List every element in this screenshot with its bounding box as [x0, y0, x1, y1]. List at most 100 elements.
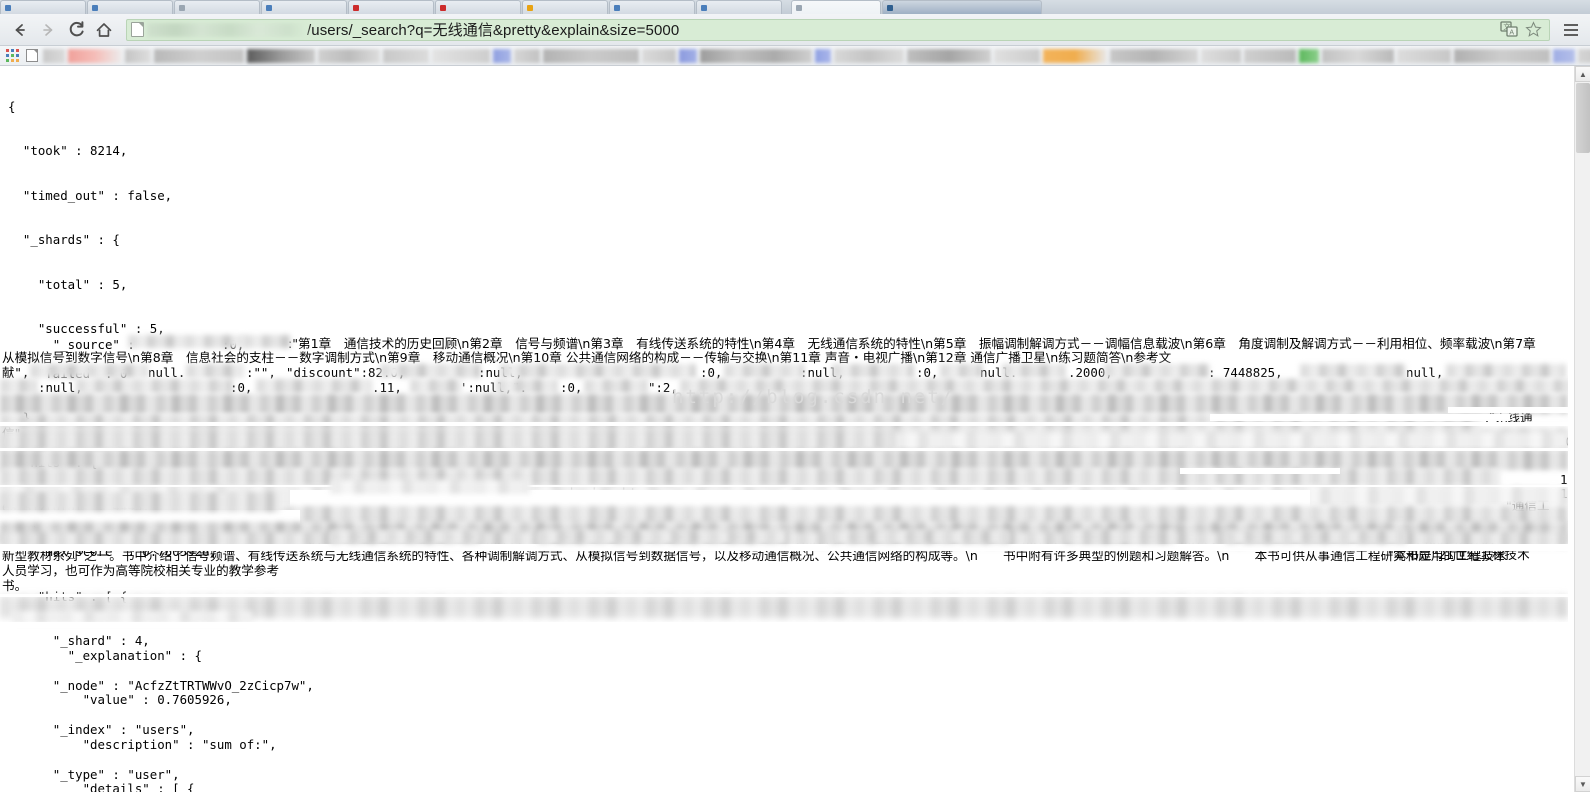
ebook-subtype-value: :"通信工程学",: [548, 498, 631, 513]
forward-button[interactable]: [36, 18, 60, 42]
bookmark-item[interactable]: [543, 48, 639, 63]
bookmark-item[interactable]: [514, 48, 540, 63]
menu-line: [1564, 28, 1578, 31]
eleven-value: .11,: [372, 380, 402, 395]
apps-grid-icon[interactable]: [6, 49, 19, 62]
back-button[interactable]: [8, 18, 32, 42]
tab-favicon-icon: [353, 4, 359, 11]
tab-favicon-icon: [701, 4, 707, 11]
white-gap: [290, 490, 1310, 512]
browser-tab[interactable]: [609, 0, 695, 14]
json-line: "total" : 5,: [8, 276, 128, 292]
book-description-line-1: 新型教材系列”之一。书中介绍了信号频谱、有线传送系统与无线通信系统的特性、各种调…: [2, 548, 1507, 563]
browser-tab-active[interactable]: [791, 0, 881, 14]
redacted-region: [584, 379, 648, 393]
bookmark-item[interactable]: [154, 48, 244, 63]
bookmark-item[interactable]: [247, 48, 315, 63]
bookmark-item[interactable]: [1201, 48, 1241, 63]
bookmark-item[interactable]: [1454, 48, 1550, 63]
bookmark-item[interactable]: [318, 48, 380, 63]
home-button[interactable]: [92, 18, 116, 42]
null-literal: null,: [1180, 533, 1218, 548]
redacted-region: [410, 379, 462, 393]
bookmark-item[interactable]: [1397, 48, 1451, 63]
bookmark-item[interactable]: [43, 48, 65, 63]
browser-tab[interactable]: [696, 0, 782, 14]
json-line: },: [8, 410, 38, 426]
page-info-icon[interactable]: [131, 22, 144, 37]
bookmark-item[interactable]: [907, 48, 991, 63]
bookmark-item[interactable]: [125, 48, 151, 63]
bookmark-item[interactable]: [815, 48, 831, 63]
browser-tab[interactable]: [882, 0, 1042, 14]
browser-tab[interactable]: [87, 0, 173, 14]
json-line: "successful" : 5,: [8, 321, 165, 337]
redacted-region: [680, 379, 1568, 393]
bookmark-star-icon[interactable]: [1525, 21, 1542, 38]
explanation-block: "_explanation" : { "value" : 0.7605926, …: [8, 619, 647, 792]
redacted-region: [940, 364, 982, 378]
bookmark-item[interactable]: [700, 48, 812, 63]
bookmark-item[interactable]: [383, 48, 429, 63]
json-line: "hits" : {: [8, 454, 98, 470]
bookmark-item[interactable]: [68, 48, 122, 63]
white-gap: [1180, 468, 1340, 474]
reload-button[interactable]: [64, 18, 88, 42]
scroll-down-arrow[interactable]: ▼: [1575, 776, 1590, 792]
bookmark-item[interactable]: [1043, 48, 1107, 63]
redacted-region: [330, 530, 480, 544]
json-line: "description" : "sum of:",: [8, 736, 277, 752]
json-line: "value" : 0.7605926,: [8, 692, 232, 708]
bookmark-item[interactable]: [994, 48, 1040, 63]
bookmark-item[interactable]: [679, 48, 697, 63]
scroll-up-arrow[interactable]: ▲: [1575, 66, 1590, 82]
json-line: "hits" : [ {: [8, 588, 128, 604]
vertical-scrollbar[interactable]: ▲ ▼: [1574, 66, 1590, 792]
bookmark-item[interactable]: [493, 48, 511, 63]
watermark-text: http://blog.csdn.net/: [672, 386, 955, 408]
bookmark-item[interactable]: [834, 48, 904, 63]
chrome-menu-button[interactable]: [1560, 18, 1582, 42]
json-line: "details" : [ {: [8, 781, 195, 792]
tab-favicon-icon: [527, 4, 533, 11]
zero-value: 0,: [308, 533, 323, 548]
null-literal: :null,: [478, 365, 523, 380]
translate-icon[interactable]: 文 A: [1500, 21, 1519, 38]
browser-window: /users/_search?q=无线通信&pretty&explain&siz…: [0, 0, 1590, 792]
bookmark-item[interactable]: [1110, 48, 1198, 63]
arrow-left-icon: [15, 23, 25, 36]
null-literal: null.: [980, 365, 1018, 380]
tab-favicon-icon: [266, 4, 272, 11]
tab-favicon-icon: [440, 4, 446, 11]
bookmark-item[interactable]: [1244, 48, 1296, 63]
keyword-fragment-cont: 信",: [2, 426, 25, 441]
keyword-fragment: ."无线通: [1485, 410, 1533, 425]
bookmark-item[interactable]: [1322, 48, 1394, 63]
bookmark-item[interactable]: [1299, 48, 1319, 63]
subject-fragment: "通信工: [1506, 498, 1550, 513]
tab-strip[interactable]: [0, 0, 1590, 14]
chapter-list-line-2: 从模拟信号到数字信号\n第8章 信息社会的支柱－－数字调制方式\n第9章 移动通…: [2, 350, 1172, 365]
bookmark-item[interactable]: [432, 48, 490, 63]
browser-tab[interactable]: [522, 0, 608, 14]
browser-tab[interactable]: [261, 0, 347, 14]
browser-tab[interactable]: [435, 0, 521, 14]
address-bar[interactable]: /users/_search?q=无线通信&pretty&explain&siz…: [126, 18, 1550, 41]
bookmark-item[interactable]: [1578, 48, 1590, 63]
json-line: "total" : 4443,: [8, 499, 150, 515]
year-value: .2000,: [1068, 365, 1113, 380]
redacted-region: [538, 530, 788, 544]
bookmark-page-icon[interactable]: [26, 49, 38, 62]
scrollbar-thumb[interactable]: [1576, 83, 1590, 153]
menu-line: [1564, 23, 1578, 26]
one-value: 1,: [1560, 486, 1568, 501]
browser-tab[interactable]: [348, 0, 434, 14]
null-literal: ':null,":: [460, 380, 528, 395]
zero-value: :0,: [700, 365, 723, 380]
redacted-region: [724, 364, 804, 378]
bookmark-item[interactable]: [642, 48, 676, 63]
arrow-right-icon: [43, 23, 53, 36]
browser-tab[interactable]: [0, 0, 86, 14]
bookmark-item[interactable]: [1553, 48, 1575, 63]
browser-tab[interactable]: [174, 0, 260, 14]
